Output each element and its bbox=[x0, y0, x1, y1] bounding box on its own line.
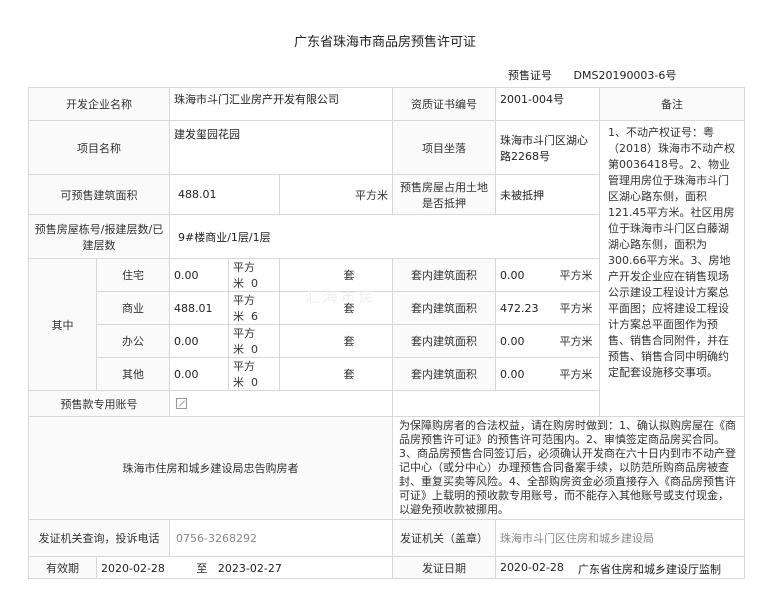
account-value bbox=[169, 390, 393, 417]
breakdown-inner-unit: 平方米 bbox=[559, 335, 593, 348]
area-label: 可预售建筑面积 bbox=[28, 174, 170, 215]
issuer-value: 珠海市斗门区住房和城乡建设局 bbox=[495, 519, 745, 557]
breakdown-area: 0.00 bbox=[174, 334, 199, 348]
breakdown-inner-unit: 平方米 bbox=[559, 368, 593, 381]
phone-label: 发证机关查询，投诉电话 bbox=[28, 519, 170, 557]
validity-from: 2020-02-28 bbox=[101, 561, 165, 575]
breakdown-type: 商业 bbox=[96, 291, 170, 325]
mortgage-value: 未被抵押 bbox=[495, 174, 600, 215]
validity-to: 2023-02-27 bbox=[217, 561, 282, 575]
cert-number-label: 预售证号 bbox=[508, 69, 552, 82]
breakdown-inner-label: 套内建筑面积 bbox=[392, 324, 496, 358]
developer-label: 开发企业名称 bbox=[28, 87, 170, 121]
breakdown-inner-unit: 平方米 bbox=[559, 302, 593, 315]
certificate-title: 广东省珠海市商品房预售许可证 bbox=[293, 35, 476, 50]
breakdown-area: 488.01 bbox=[174, 301, 213, 315]
breakdown-label: 其中 bbox=[28, 258, 97, 391]
notes-label: 备注 bbox=[599, 87, 745, 121]
breakdown-type: 办公 bbox=[96, 324, 170, 358]
qual-value: 2001-004号 bbox=[495, 87, 600, 121]
location-label: 项目坐落 bbox=[392, 120, 496, 175]
breakdown-inner-label: 套内建筑面积 bbox=[392, 357, 496, 391]
breakdown-count: 6 bbox=[251, 310, 258, 323]
cert-number: 预售证号 DMS20190003-6号 bbox=[508, 67, 676, 83]
breakdown-area: 0.00 bbox=[174, 268, 199, 282]
developer-value: 珠海市斗门汇业房产开发有限公司 bbox=[169, 87, 393, 121]
warning-label: 珠海市住房和城乡建设局忠告购房者 bbox=[28, 416, 393, 520]
breakdown-count: 0 bbox=[251, 376, 258, 389]
project-value: 建发玺园花园 bbox=[169, 120, 393, 175]
watermark: 汇海市民 bbox=[305, 290, 377, 306]
breakdown-type: 其他 bbox=[96, 357, 170, 391]
area-unit: 平方米 bbox=[279, 174, 393, 215]
issue-date-label: 发证日期 bbox=[392, 556, 496, 579]
breakdown-count-unit: 套 bbox=[343, 269, 355, 282]
breakdown-inner-label: 套内建筑面积 bbox=[392, 258, 496, 292]
issuer-label: 发证机关（盖章） bbox=[392, 519, 496, 557]
project-label: 项目名称 bbox=[28, 120, 170, 175]
building-label: 预售房屋栋号/报建层数/已建层数 bbox=[28, 214, 170, 259]
breakdown-inner-area: 0.00 bbox=[500, 269, 525, 282]
certificate-table: 开发企业名称 珠海市斗门汇业房产开发有限公司 资质证书编号 2001-004号 … bbox=[28, 87, 745, 579]
validity-to-label: 至 bbox=[196, 561, 208, 575]
building-value: 9#楼商业/1层/1层 bbox=[169, 214, 600, 259]
breakdown-inner-label: 套内建筑面积 bbox=[392, 291, 496, 325]
validity-label: 有效期 bbox=[28, 556, 97, 579]
mortgage-label: 预售房屋占用土地是否抵押 bbox=[392, 174, 496, 215]
breakdown-count: 0 bbox=[251, 343, 258, 356]
breakdown-count-unit: 套 bbox=[343, 368, 355, 381]
breakdown-count-unit: 套 bbox=[343, 335, 355, 348]
breakdown-count: 0 bbox=[251, 277, 258, 290]
edit-icon[interactable] bbox=[176, 397, 187, 409]
area-value: 488.01 bbox=[169, 174, 280, 215]
footer-supervisor: 广东省住房和城乡建设厅监制 bbox=[578, 563, 721, 576]
cert-number-value: DMS20190003-6号 bbox=[573, 69, 677, 82]
warning-text: 为保障购房者的合法权益，请在购房时做到：1、确认拟购房屋在《商品房预售许可证》的… bbox=[392, 416, 745, 520]
breakdown-inner-area: 0.00 bbox=[500, 335, 525, 348]
breakdown-inner-unit: 平方米 bbox=[559, 269, 593, 282]
breakdown-inner-area: 472.23 bbox=[500, 302, 539, 315]
location-value: 珠海市斗门区湖心路2268号 bbox=[495, 120, 600, 175]
breakdown-area: 0.00 bbox=[174, 367, 199, 381]
account-label: 预售款专用账号 bbox=[28, 390, 170, 417]
phone-value: 0756-3268292 bbox=[169, 519, 393, 557]
breakdown-inner-area: 0.00 bbox=[500, 368, 525, 381]
breakdown-type: 住宅 bbox=[96, 258, 170, 292]
qual-label: 资质证书编号 bbox=[392, 87, 496, 121]
notes-text: 1、不动产权证号：粤（2018）珠海市不动产权第0036418号。2、物业管理用… bbox=[599, 120, 745, 417]
